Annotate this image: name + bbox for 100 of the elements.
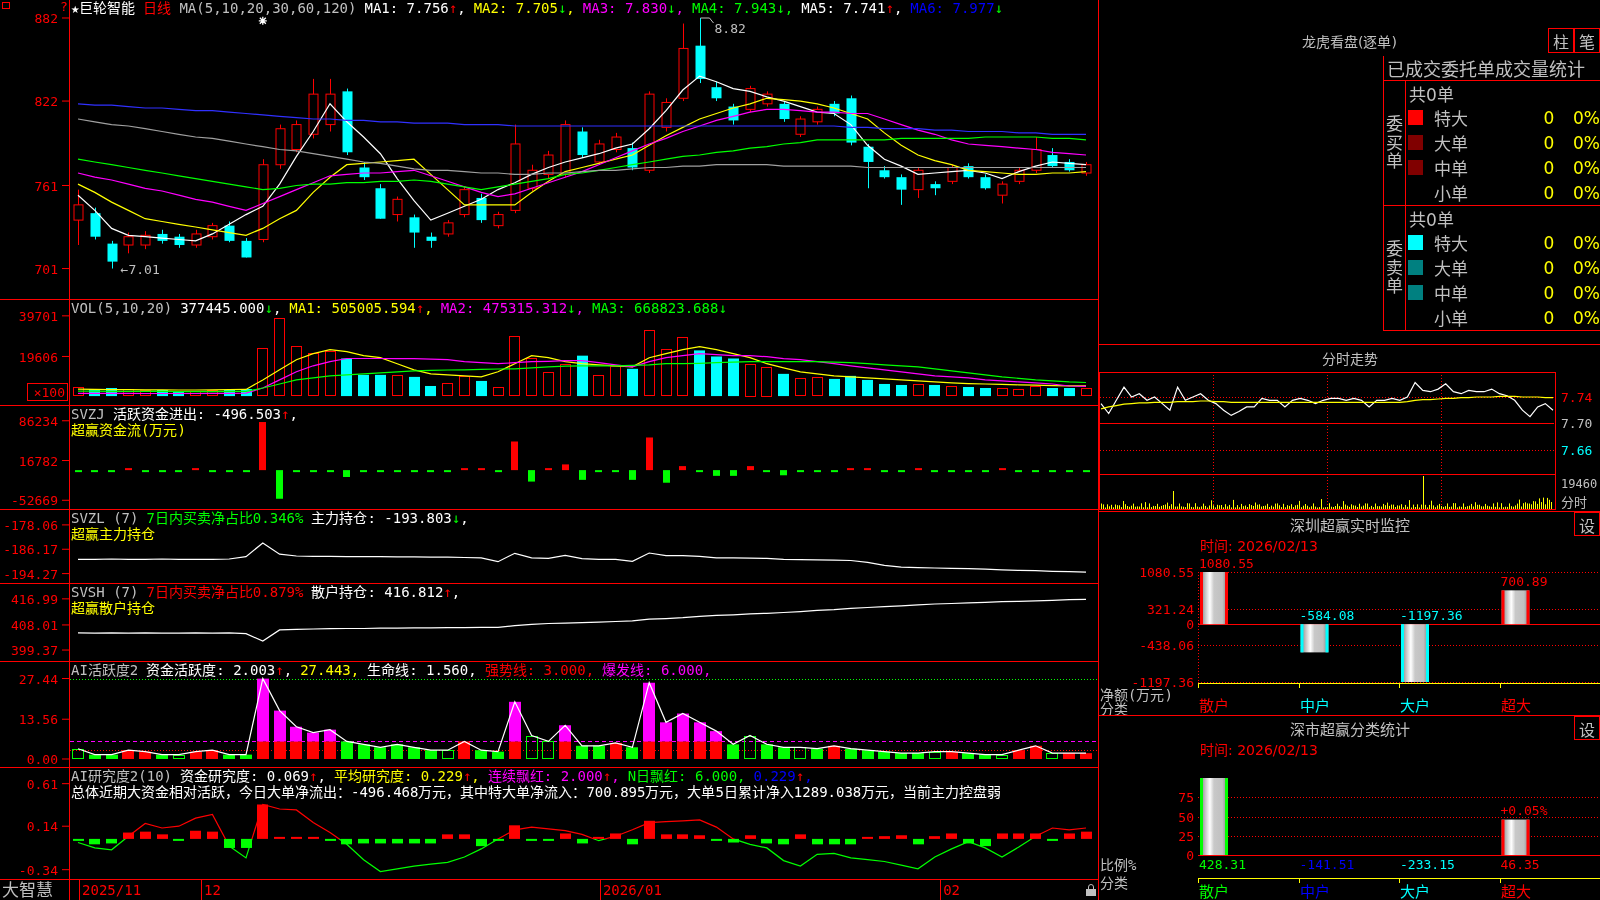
axis-label: 0.61 xyxy=(26,776,58,792)
axis-title: 净额(万元) xyxy=(1100,687,1173,703)
order-count: 0 xyxy=(1543,182,1555,203)
axis-label: 0 xyxy=(1186,617,1194,633)
axis-label: 27.44 xyxy=(18,671,58,687)
axis-label: 416.99 xyxy=(11,591,58,607)
axis-label: 882 xyxy=(34,11,58,26)
category-label: 散户 xyxy=(1199,883,1229,900)
date-label: 12 xyxy=(203,882,221,898)
indicator-reading: MA(5,10,20,30,60,120) xyxy=(179,0,357,16)
brand-label: 大智慧 xyxy=(2,880,53,900)
indicator-reading: MA1: 7.756↑, xyxy=(364,0,466,16)
order-size-label: 大单 xyxy=(1434,259,1468,279)
indicator-reading: ★巨轮智能 xyxy=(71,0,136,16)
indicator-reading: MA3: 668823.688↓ xyxy=(591,300,727,316)
category-label: 超大 xyxy=(1500,697,1531,715)
order-size-label: 特大 xyxy=(1434,109,1468,129)
date-label: 2026/01 xyxy=(602,882,662,898)
axis-label: 25 xyxy=(1178,828,1194,844)
indicator-reading: AI研究度2(10) xyxy=(71,768,172,784)
order-percent: 0% xyxy=(1573,232,1600,253)
axis-title: 分类 xyxy=(1100,875,1128,891)
indicator-reading: 平均研究度: 0.229↑, xyxy=(333,768,480,784)
axis-label: 7.66 xyxy=(1561,442,1593,458)
order-percent: 0% xyxy=(1573,307,1600,328)
indicator-reading: 散户持仓: 416.812↑, xyxy=(311,584,461,600)
indicator-reading: 连续飘红: 2.000↑, xyxy=(487,768,620,784)
axis-title: 分类 xyxy=(1100,701,1128,715)
order-percent: 0% xyxy=(1573,182,1600,203)
axis-label: -178.06 xyxy=(3,517,58,533)
indicator-reading: 资金活跃度: 2.003↑, xyxy=(146,662,293,678)
axis-label: -194.27 xyxy=(3,566,58,582)
category-label: 中户 xyxy=(1299,697,1330,715)
order-count: 0 xyxy=(1543,232,1555,253)
indicator-reading: 27.443, xyxy=(300,662,360,678)
category-label: 大户 xyxy=(1400,883,1430,900)
table-title: 已成交委托单成交量统计 xyxy=(1387,58,1585,81)
category-label: 散户 xyxy=(1199,697,1229,715)
value-label: -233.15 xyxy=(1400,857,1455,872)
order-size-label: 小单 xyxy=(1434,309,1468,329)
axis-label: -0.34 xyxy=(18,862,58,878)
axis-label: 408.01 xyxy=(11,617,58,633)
indicator-reading: 超赢散户持仓 xyxy=(71,600,155,616)
axis-label: 0 xyxy=(1186,848,1194,863)
price-annotation: ←7.01 xyxy=(120,261,160,277)
chart-mode-label: 分时 xyxy=(1561,495,1587,510)
axis-label: 321.24 xyxy=(1147,601,1194,617)
value-label: -584.08 xyxy=(1299,608,1355,624)
axis-label: 0.14 xyxy=(26,819,58,835)
indicator-reading: 主力持仓: -193.803↓, xyxy=(311,510,469,526)
order-total: 共0单 xyxy=(1409,208,1454,231)
order-percent: 0% xyxy=(1573,257,1600,278)
unit-label: ×100 xyxy=(33,385,65,400)
chart-title: 深市超赢分类统计 xyxy=(1289,719,1410,739)
indicator-reading: 0.229↑, xyxy=(753,768,813,784)
indicator-reading: 资金研究度: 0.069↑, xyxy=(180,768,326,784)
axis-label: 701 xyxy=(34,261,58,277)
indicator-reading: 日线 xyxy=(143,0,172,16)
indicator-reading: 超赢主力持仓 xyxy=(71,526,155,542)
axis-label: 7.74 xyxy=(1561,390,1593,405)
indicator-reading: MA6: 7.977↓ xyxy=(910,0,1004,16)
order-size-label: 小单 xyxy=(1434,184,1468,204)
indicator-reading: 超赢资金流(万元) xyxy=(71,422,186,438)
change-annotation: +0.05% xyxy=(1500,802,1548,818)
chart-subtitle: 时间: 2026/02/13 xyxy=(1200,536,1318,555)
indicator-reading: SVZJ xyxy=(71,406,105,422)
order-count: 0 xyxy=(1543,132,1555,153)
order-percent: 0% xyxy=(1573,107,1600,128)
order-count: 0 xyxy=(1543,307,1555,328)
axis-label: -52669 xyxy=(11,493,58,509)
value-label: 1080.55 xyxy=(1199,556,1254,571)
order-count: 0 xyxy=(1543,157,1555,178)
indicator-reading: 377445.000↓, xyxy=(180,300,282,316)
indicator-reading: MA3: 7.830↓, xyxy=(582,0,684,16)
indicator-reading: MA2: 475315.312↓, xyxy=(440,300,584,316)
indicator-reading: SVSH (7) xyxy=(71,584,139,600)
indicator-reading: 总体近期大资金相对活跃，今日大单净流出：-496.468万元，其中特大单净流入：700.895万元，大单5日累计净入1289.038万元，当前主力控盘弱 xyxy=(71,784,1002,800)
axis-label: 19606 xyxy=(18,349,58,365)
axis-label: -1197.36 xyxy=(1131,675,1194,690)
chart-subtitle: 时间: 2026/02/13 xyxy=(1200,740,1318,759)
axis-label: 86234 xyxy=(18,413,58,429)
axis-label: 1080.55 xyxy=(1139,565,1194,580)
category-label: 中户 xyxy=(1299,883,1330,900)
axis-label: 7.70 xyxy=(1561,416,1593,432)
indicator-reading: VOL(5,10,20) xyxy=(71,300,173,316)
value-label: 700.89 xyxy=(1500,574,1548,590)
axis-label: 16782 xyxy=(18,453,58,469)
indicator-reading: 爆发线: 6.000, xyxy=(602,662,712,678)
order-total: 共0单 xyxy=(1409,83,1454,106)
axis-label: 822 xyxy=(34,94,58,110)
volume-max-label: 19460 xyxy=(1561,477,1598,491)
value-label: 46.35 xyxy=(1500,857,1540,872)
chart-title: 分时走势 xyxy=(1321,349,1378,368)
value-label: -1197.36 xyxy=(1400,608,1463,624)
axis-label: 0.00 xyxy=(26,752,58,767)
order-count: 0 xyxy=(1543,282,1555,303)
axis-title: 比例% xyxy=(1100,857,1137,873)
order-count: 0 xyxy=(1543,107,1555,128)
order-percent: 0% xyxy=(1573,157,1600,178)
date-label: 02 xyxy=(943,882,961,898)
